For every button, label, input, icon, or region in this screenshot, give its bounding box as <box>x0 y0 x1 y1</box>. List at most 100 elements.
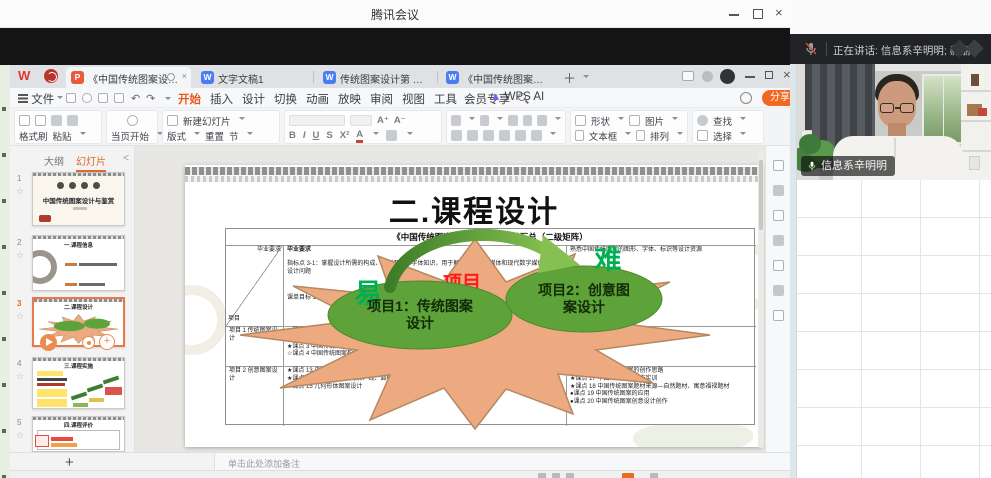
maximize-button[interactable] <box>748 4 768 24</box>
wps-logo-icon[interactable]: W <box>18 68 36 84</box>
number-list-icon[interactable] <box>480 115 490 126</box>
mic-muted-icon[interactable] <box>804 42 818 56</box>
globe-icon[interactable] <box>702 70 713 82</box>
print-icon[interactable] <box>98 92 108 104</box>
indent-decrease-icon[interactable] <box>508 115 518 126</box>
tab-list-caret-icon[interactable] <box>583 75 589 81</box>
tab-doc1[interactable]: W 文字文稿1 <box>196 67 308 88</box>
reset-label[interactable]: 重置 <box>205 129 224 143</box>
select-label[interactable]: 选择 <box>713 129 732 143</box>
status-icon[interactable] <box>538 473 546 478</box>
copy-icon[interactable] <box>67 115 78 126</box>
notes-placeholder[interactable]: 单击此处添加备注 <box>228 457 300 470</box>
slide-canvas[interactable]: 二.课程设计 《中国传统图案设计与鉴赏》门类汇总（二级矩阵） 毕业要求 项目 毕… <box>136 146 764 452</box>
section-label[interactable]: 节 <box>229 129 239 143</box>
slide-thumbnail-2[interactable]: 一.课程信息 <box>32 235 125 291</box>
app-circle-icon[interactable] <box>44 69 58 83</box>
format-painter-icon[interactable] <box>19 115 30 126</box>
textbox-label[interactable]: 文本框 <box>589 129 618 143</box>
picture-label[interactable]: 图片 <box>645 114 664 128</box>
increase-font-icon[interactable]: A⁺ <box>377 115 389 126</box>
slide-thumbnail-5[interactable]: 四.课程评价 <box>32 416 125 452</box>
font-size-select[interactable] <box>350 115 372 126</box>
style-pane-icon[interactable] <box>773 185 784 196</box>
thumb-ai-beautify-button[interactable] <box>82 336 95 349</box>
play-current-label[interactable]: 当页开始 <box>111 129 149 143</box>
align-left-icon[interactable] <box>451 130 462 141</box>
select-icon[interactable] <box>697 130 708 141</box>
wps-minimize-button[interactable] <box>740 66 760 86</box>
starburst-diagram[interactable]: 项目 易 难 项目1：传统图案 设计 项目2：创意图 案设计 <box>240 223 715 445</box>
collapse-panel-icon[interactable]: < <box>123 153 129 164</box>
slide-editor[interactable]: 二.课程设计 《中国传统图案设计与鉴赏》门类汇总（二级矩阵） 毕业要求 项目 毕… <box>185 165 763 447</box>
tab-doc2[interactable]: W 传统图案设计第 4 次课教学整体设计 <box>318 67 434 88</box>
status-icon[interactable] <box>650 473 658 478</box>
paste-icon[interactable] <box>35 115 46 126</box>
strikethrough-button[interactable]: S <box>326 130 332 141</box>
search-icon[interactable] <box>518 93 526 101</box>
status-icon[interactable] <box>552 473 560 478</box>
comment-pane-icon[interactable] <box>773 235 784 246</box>
print-preview-icon[interactable] <box>114 92 124 104</box>
file-menu[interactable]: 文件 <box>18 91 63 107</box>
new-slide-icon[interactable] <box>167 115 178 126</box>
service-icon[interactable] <box>740 92 752 104</box>
justify-icon[interactable] <box>499 130 510 141</box>
menu-insert[interactable]: 插入 <box>210 91 233 107</box>
slide-star-icon[interactable]: ☆ <box>16 250 24 261</box>
redo-icon[interactable]: ↷ <box>146 92 155 105</box>
close-button[interactable]: × <box>772 4 792 24</box>
tab-close-icon[interactable]: × <box>182 71 187 81</box>
picture-icon[interactable] <box>629 115 640 126</box>
menu-slideshow[interactable]: 放映 <box>338 91 361 107</box>
tab-doc3[interactable]: W 《中国传统图案设计与鉴赏》教学大纲 <box>441 67 557 88</box>
panel-collapse-icon[interactable] <box>773 160 784 171</box>
slide-star-icon[interactable]: ☆ <box>16 430 24 441</box>
status-icon[interactable] <box>566 473 574 478</box>
help-pane-icon[interactable] <box>773 285 784 296</box>
font-color-button[interactable]: A <box>356 129 363 143</box>
account-avatar[interactable] <box>720 69 735 84</box>
tab-presentation[interactable]: P 《中国传统图案设计与鉴赏》 × <box>66 67 191 88</box>
export-icon[interactable] <box>82 92 92 104</box>
menu-transition[interactable]: 切换 <box>274 91 297 107</box>
decrease-font-icon[interactable]: A⁻ <box>394 115 406 126</box>
thumb-play-button[interactable] <box>40 334 57 351</box>
status-play-icon[interactable] <box>622 473 634 478</box>
animation-pane-icon[interactable] <box>773 210 784 221</box>
participant-video[interactable]: 信息系辛明明 <box>797 64 991 180</box>
save-icon[interactable] <box>66 92 76 104</box>
cut-icon[interactable] <box>51 115 62 126</box>
paste-label[interactable]: 粘贴 <box>53 129 72 143</box>
shapes-icon[interactable] <box>575 115 586 126</box>
canvas-scrollbar[interactable] <box>758 150 764 448</box>
menu-view[interactable]: 视图 <box>402 91 425 107</box>
menu-review[interactable]: 审阅 <box>370 91 393 107</box>
tab-slides[interactable]: 幻灯片 <box>76 153 106 168</box>
shapes-label[interactable]: 形状 <box>591 114 610 128</box>
quick-access-caret-icon[interactable] <box>165 97 171 103</box>
slide-star-icon[interactable]: ☆ <box>16 311 24 322</box>
find-label[interactable]: 查找 <box>713 114 732 128</box>
selection-pane-icon[interactable] <box>773 260 784 271</box>
layout-label[interactable]: 版式 <box>167 129 186 143</box>
textbox-icon[interactable] <box>575 130 584 141</box>
bold-button[interactable]: B <box>289 130 296 141</box>
slide-star-icon[interactable]: ☆ <box>16 186 24 197</box>
text-direction-icon[interactable] <box>531 130 542 141</box>
underline-button[interactable]: U <box>313 130 320 141</box>
slide-thumbnail-4[interactable]: 三.课程实施 <box>32 357 125 409</box>
italic-button[interactable]: I <box>303 130 306 141</box>
bullet-list-icon[interactable] <box>451 115 461 126</box>
menu-home[interactable]: 开始 <box>178 91 201 107</box>
menu-tools[interactable]: 工具 <box>434 91 457 107</box>
menu-design[interactable]: 设计 <box>242 91 265 107</box>
highlight-color-icon[interactable] <box>386 130 397 141</box>
more-pane-icon[interactable] <box>773 310 784 321</box>
new-tab-button[interactable]: ＋ <box>563 68 576 87</box>
align-right-icon[interactable] <box>483 130 494 141</box>
superscript-button[interactable]: X² <box>340 130 350 141</box>
new-slide-label[interactable]: 新建幻灯片 <box>183 114 231 128</box>
find-icon[interactable] <box>697 115 708 126</box>
split-view-icon[interactable] <box>682 70 694 82</box>
